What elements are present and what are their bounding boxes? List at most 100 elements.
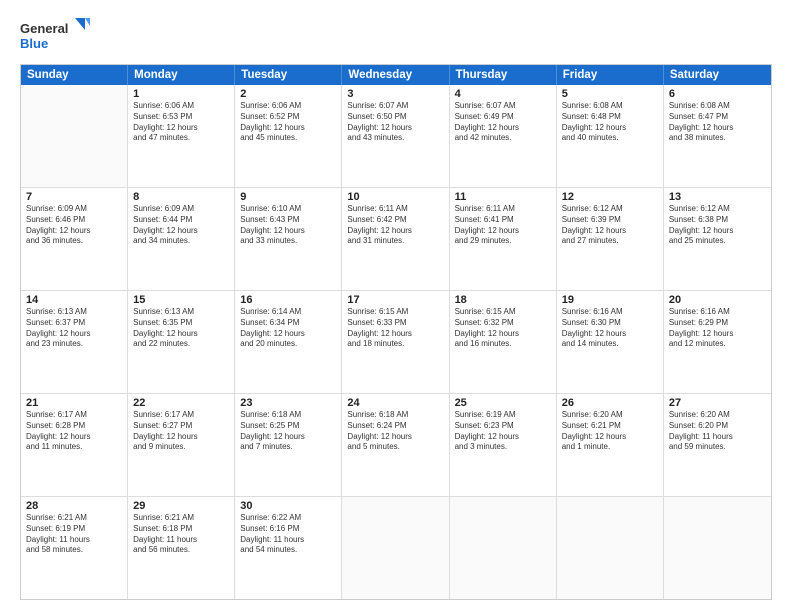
day-info: Sunrise: 6:17 AM Sunset: 6:27 PM Dayligh… <box>133 410 229 453</box>
svg-text:General: General <box>20 21 68 36</box>
calendar-cell: 20Sunrise: 6:16 AM Sunset: 6:29 PM Dayli… <box>664 291 771 393</box>
day-number: 27 <box>669 397 766 409</box>
day-number: 6 <box>669 88 766 100</box>
calendar-cell: 3Sunrise: 6:07 AM Sunset: 6:50 PM Daylig… <box>342 85 449 187</box>
day-number: 23 <box>240 397 336 409</box>
calendar-header-cell: Thursday <box>450 65 557 85</box>
day-info: Sunrise: 6:12 AM Sunset: 6:38 PM Dayligh… <box>669 204 766 247</box>
calendar-cell: 10Sunrise: 6:11 AM Sunset: 6:42 PM Dayli… <box>342 188 449 290</box>
calendar-header-cell: Sunday <box>21 65 128 85</box>
calendar-cell: 1Sunrise: 6:06 AM Sunset: 6:53 PM Daylig… <box>128 85 235 187</box>
calendar-cell: 12Sunrise: 6:12 AM Sunset: 6:39 PM Dayli… <box>557 188 664 290</box>
calendar-cell <box>342 497 449 599</box>
day-number: 3 <box>347 88 443 100</box>
day-info: Sunrise: 6:11 AM Sunset: 6:41 PM Dayligh… <box>455 204 551 247</box>
calendar-cell <box>450 497 557 599</box>
calendar-header-cell: Wednesday <box>342 65 449 85</box>
calendar-cell: 13Sunrise: 6:12 AM Sunset: 6:38 PM Dayli… <box>664 188 771 290</box>
day-info: Sunrise: 6:21 AM Sunset: 6:18 PM Dayligh… <box>133 513 229 556</box>
day-info: Sunrise: 6:06 AM Sunset: 6:52 PM Dayligh… <box>240 101 336 144</box>
calendar-cell: 8Sunrise: 6:09 AM Sunset: 6:44 PM Daylig… <box>128 188 235 290</box>
calendar-header-cell: Saturday <box>664 65 771 85</box>
day-info: Sunrise: 6:11 AM Sunset: 6:42 PM Dayligh… <box>347 204 443 247</box>
calendar-header-cell: Monday <box>128 65 235 85</box>
logo-svg: GeneralBlue <box>20 18 90 54</box>
day-info: Sunrise: 6:21 AM Sunset: 6:19 PM Dayligh… <box>26 513 122 556</box>
calendar-cell: 5Sunrise: 6:08 AM Sunset: 6:48 PM Daylig… <box>557 85 664 187</box>
day-info: Sunrise: 6:18 AM Sunset: 6:24 PM Dayligh… <box>347 410 443 453</box>
day-number: 20 <box>669 294 766 306</box>
calendar-cell: 4Sunrise: 6:07 AM Sunset: 6:49 PM Daylig… <box>450 85 557 187</box>
calendar-cell: 18Sunrise: 6:15 AM Sunset: 6:32 PM Dayli… <box>450 291 557 393</box>
day-info: Sunrise: 6:06 AM Sunset: 6:53 PM Dayligh… <box>133 101 229 144</box>
day-number: 15 <box>133 294 229 306</box>
svg-text:Blue: Blue <box>20 36 48 51</box>
calendar-cell: 27Sunrise: 6:20 AM Sunset: 6:20 PM Dayli… <box>664 394 771 496</box>
day-number: 26 <box>562 397 658 409</box>
day-info: Sunrise: 6:18 AM Sunset: 6:25 PM Dayligh… <box>240 410 336 453</box>
day-info: Sunrise: 6:14 AM Sunset: 6:34 PM Dayligh… <box>240 307 336 350</box>
day-number: 8 <box>133 191 229 203</box>
day-number: 7 <box>26 191 122 203</box>
header: GeneralBlue <box>20 18 772 54</box>
day-number: 11 <box>455 191 551 203</box>
calendar-row: 21Sunrise: 6:17 AM Sunset: 6:28 PM Dayli… <box>21 394 771 497</box>
calendar-row: 7Sunrise: 6:09 AM Sunset: 6:46 PM Daylig… <box>21 188 771 291</box>
day-number: 9 <box>240 191 336 203</box>
day-number: 2 <box>240 88 336 100</box>
day-info: Sunrise: 6:07 AM Sunset: 6:49 PM Dayligh… <box>455 101 551 144</box>
calendar-cell: 23Sunrise: 6:18 AM Sunset: 6:25 PM Dayli… <box>235 394 342 496</box>
calendar-cell: 24Sunrise: 6:18 AM Sunset: 6:24 PM Dayli… <box>342 394 449 496</box>
day-number: 16 <box>240 294 336 306</box>
calendar-header-cell: Tuesday <box>235 65 342 85</box>
calendar-cell: 22Sunrise: 6:17 AM Sunset: 6:27 PM Dayli… <box>128 394 235 496</box>
calendar-cell: 9Sunrise: 6:10 AM Sunset: 6:43 PM Daylig… <box>235 188 342 290</box>
calendar-cell: 2Sunrise: 6:06 AM Sunset: 6:52 PM Daylig… <box>235 85 342 187</box>
calendar: SundayMondayTuesdayWednesdayThursdayFrid… <box>20 64 772 600</box>
day-number: 24 <box>347 397 443 409</box>
day-number: 14 <box>26 294 122 306</box>
logo: GeneralBlue <box>20 18 90 54</box>
day-number: 1 <box>133 88 229 100</box>
day-number: 18 <box>455 294 551 306</box>
calendar-cell: 11Sunrise: 6:11 AM Sunset: 6:41 PM Dayli… <box>450 188 557 290</box>
day-info: Sunrise: 6:13 AM Sunset: 6:35 PM Dayligh… <box>133 307 229 350</box>
day-number: 10 <box>347 191 443 203</box>
calendar-row: 14Sunrise: 6:13 AM Sunset: 6:37 PM Dayli… <box>21 291 771 394</box>
calendar-cell: 6Sunrise: 6:08 AM Sunset: 6:47 PM Daylig… <box>664 85 771 187</box>
calendar-cell: 14Sunrise: 6:13 AM Sunset: 6:37 PM Dayli… <box>21 291 128 393</box>
day-info: Sunrise: 6:09 AM Sunset: 6:46 PM Dayligh… <box>26 204 122 247</box>
day-number: 21 <box>26 397 122 409</box>
calendar-cell: 21Sunrise: 6:17 AM Sunset: 6:28 PM Dayli… <box>21 394 128 496</box>
day-number: 5 <box>562 88 658 100</box>
day-info: Sunrise: 6:15 AM Sunset: 6:33 PM Dayligh… <box>347 307 443 350</box>
day-number: 29 <box>133 500 229 512</box>
calendar-cell <box>557 497 664 599</box>
day-info: Sunrise: 6:07 AM Sunset: 6:50 PM Dayligh… <box>347 101 443 144</box>
calendar-cell: 7Sunrise: 6:09 AM Sunset: 6:46 PM Daylig… <box>21 188 128 290</box>
calendar-row: 1Sunrise: 6:06 AM Sunset: 6:53 PM Daylig… <box>21 85 771 188</box>
day-number: 4 <box>455 88 551 100</box>
calendar-cell: 28Sunrise: 6:21 AM Sunset: 6:19 PM Dayli… <box>21 497 128 599</box>
calendar-cell: 29Sunrise: 6:21 AM Sunset: 6:18 PM Dayli… <box>128 497 235 599</box>
day-info: Sunrise: 6:20 AM Sunset: 6:21 PM Dayligh… <box>562 410 658 453</box>
calendar-cell: 16Sunrise: 6:14 AM Sunset: 6:34 PM Dayli… <box>235 291 342 393</box>
calendar-row: 28Sunrise: 6:21 AM Sunset: 6:19 PM Dayli… <box>21 497 771 599</box>
calendar-cell: 19Sunrise: 6:16 AM Sunset: 6:30 PM Dayli… <box>557 291 664 393</box>
day-info: Sunrise: 6:22 AM Sunset: 6:16 PM Dayligh… <box>240 513 336 556</box>
day-info: Sunrise: 6:08 AM Sunset: 6:48 PM Dayligh… <box>562 101 658 144</box>
day-number: 30 <box>240 500 336 512</box>
calendar-body: 1Sunrise: 6:06 AM Sunset: 6:53 PM Daylig… <box>21 85 771 599</box>
calendar-cell: 30Sunrise: 6:22 AM Sunset: 6:16 PM Dayli… <box>235 497 342 599</box>
page: GeneralBlue SundayMondayTuesdayWednesday… <box>0 0 792 612</box>
calendar-cell: 17Sunrise: 6:15 AM Sunset: 6:33 PM Dayli… <box>342 291 449 393</box>
day-info: Sunrise: 6:13 AM Sunset: 6:37 PM Dayligh… <box>26 307 122 350</box>
calendar-cell: 25Sunrise: 6:19 AM Sunset: 6:23 PM Dayli… <box>450 394 557 496</box>
day-info: Sunrise: 6:16 AM Sunset: 6:29 PM Dayligh… <box>669 307 766 350</box>
day-number: 28 <box>26 500 122 512</box>
calendar-header: SundayMondayTuesdayWednesdayThursdayFrid… <box>21 65 771 85</box>
calendar-cell: 26Sunrise: 6:20 AM Sunset: 6:21 PM Dayli… <box>557 394 664 496</box>
calendar-header-cell: Friday <box>557 65 664 85</box>
day-info: Sunrise: 6:16 AM Sunset: 6:30 PM Dayligh… <box>562 307 658 350</box>
day-info: Sunrise: 6:20 AM Sunset: 6:20 PM Dayligh… <box>669 410 766 453</box>
